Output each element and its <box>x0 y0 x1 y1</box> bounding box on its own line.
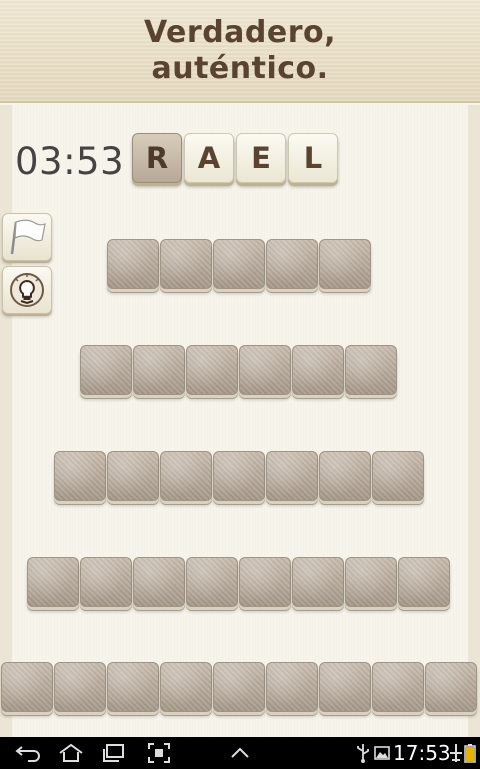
answer-slot <box>107 662 159 712</box>
answer-slot <box>266 451 318 501</box>
image-icon <box>374 746 390 760</box>
answer-slot <box>133 345 185 395</box>
answer-row-5 <box>107 239 371 289</box>
answer-slot <box>1 662 53 712</box>
letter-tile[interactable]: L <box>288 133 338 183</box>
answer-slot <box>266 662 318 712</box>
hint-button[interactable] <box>2 266 52 314</box>
chevron-up-icon[interactable] <box>228 743 252 763</box>
battery-charging-icon <box>464 744 476 763</box>
letter-char: L <box>303 141 323 175</box>
screenshot-icon[interactable] <box>148 743 170 763</box>
answer-slot <box>213 239 265 289</box>
answer-row-9 <box>1 662 477 712</box>
answer-slot <box>54 451 106 501</box>
back-icon[interactable] <box>14 743 44 763</box>
answer-slot <box>345 557 397 607</box>
airplane-mode-icon <box>450 744 462 762</box>
answer-slot <box>345 345 397 395</box>
game-board <box>0 105 480 737</box>
clue-line-2: auténtico. <box>151 50 329 86</box>
answer-slot <box>133 557 185 607</box>
answer-row-7 <box>54 451 424 501</box>
answer-slot <box>80 345 132 395</box>
letter-tile[interactable]: E <box>236 133 286 183</box>
answer-slot <box>107 451 159 501</box>
answer-slot <box>425 662 477 712</box>
countdown-timer: 03:53 <box>15 140 125 183</box>
answer-slot <box>239 557 291 607</box>
status-time: 17:53 <box>393 741 451 765</box>
letter-tile[interactable]: R <box>132 133 182 183</box>
letter-tile[interactable]: A <box>184 133 234 183</box>
recent-apps-icon[interactable] <box>101 743 127 763</box>
letter-char: A <box>197 141 221 175</box>
answer-slot <box>160 662 212 712</box>
lightbulb-icon <box>10 273 44 307</box>
answer-slot <box>372 451 424 501</box>
answer-row-8 <box>27 557 450 607</box>
answer-slot <box>292 345 344 395</box>
answer-slot <box>160 239 212 289</box>
clue-header: Verdadero, auténtico. <box>0 0 480 103</box>
answer-slot <box>239 345 291 395</box>
letter-char: E <box>251 141 271 175</box>
give-up-flag-button[interactable] <box>2 213 52 261</box>
answer-slot <box>186 345 238 395</box>
system-nav-bar: 17:53 <box>0 737 480 769</box>
clue-line-1: Verdadero, <box>143 14 337 50</box>
letter-tiles: R A E L <box>132 133 338 183</box>
answer-slot <box>54 662 106 712</box>
answer-slot <box>107 239 159 289</box>
answer-slot <box>80 557 132 607</box>
answer-slot <box>266 239 318 289</box>
answer-slot <box>319 662 371 712</box>
answer-slot <box>319 239 371 289</box>
answer-slot <box>160 451 212 501</box>
answer-slot <box>213 662 265 712</box>
white-flag-icon <box>10 219 46 255</box>
answer-slot <box>213 451 265 501</box>
usb-icon <box>357 744 369 763</box>
answer-slot <box>292 557 344 607</box>
answer-row-6 <box>80 345 397 395</box>
answer-slot <box>372 662 424 712</box>
answer-slot <box>319 451 371 501</box>
answer-slot <box>27 557 79 607</box>
letter-char: R <box>145 141 169 175</box>
answer-slot <box>398 557 450 607</box>
answer-slot <box>186 557 238 607</box>
home-icon[interactable] <box>56 743 86 763</box>
